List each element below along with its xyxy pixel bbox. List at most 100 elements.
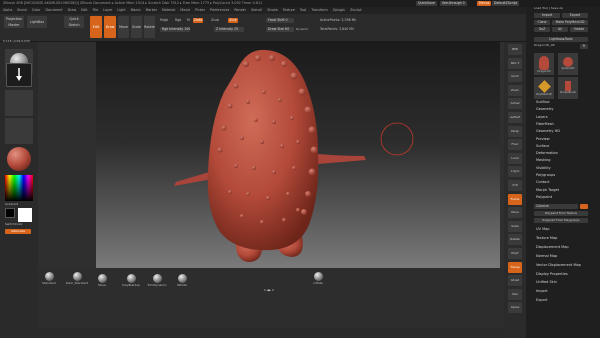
brush-trimdynamic-button[interactable]: TrimDynamic	[146, 274, 168, 287]
mrgb-toggle[interactable]: Mrgb	[160, 18, 168, 23]
tray-button-zoom[interactable]: Zoom	[508, 84, 522, 96]
menu-item-light[interactable]: Light	[117, 8, 125, 12]
section-vector-displacement-map[interactable]: Vector Displacement Map	[536, 263, 581, 267]
section-texture-map[interactable]: Texture Map	[536, 236, 557, 240]
rgb-intensity-slider[interactable]: Rgb Intensity 100	[160, 27, 190, 32]
section-displacement-map[interactable]: Displacement Map	[536, 245, 569, 249]
tray-button-actual[interactable]: Actual	[508, 98, 522, 110]
make-polymesh-button[interactable]: Make PolyMesh3D	[552, 20, 588, 25]
tray-button-spix-3[interactable]: SPix 3	[508, 57, 522, 69]
menu-item-alpha[interactable]: Alpha	[3, 8, 12, 12]
menu-item-color[interactable]: Color	[32, 8, 41, 12]
lightbox-button[interactable]: LightBox	[27, 16, 47, 28]
section-unified-skin[interactable]: Unified Skin	[536, 280, 557, 284]
menu-item-stencil[interactable]: Stencil	[251, 8, 262, 12]
tray-button-local[interactable]: Local	[508, 152, 522, 164]
section-layers[interactable]: Layers	[536, 115, 548, 119]
menu-item-layer[interactable]: Layer	[103, 8, 112, 12]
menu-item-brush[interactable]: Brush	[17, 8, 27, 12]
section-preview[interactable]: Preview	[536, 137, 550, 141]
menu-item-zplugin[interactable]: Zplugin	[333, 8, 345, 12]
tray-button-rotate[interactable]: Rotate	[508, 234, 522, 246]
color-picker[interactable]	[5, 175, 33, 201]
menu-item-material[interactable]: Material	[162, 8, 175, 12]
lightbox-tools-button[interactable]: Lightbox▸Tools	[534, 37, 588, 42]
default-zscript-button[interactable]: DefaultZScript	[492, 1, 520, 6]
zcut-toggle[interactable]: Zcut	[228, 18, 238, 23]
rotate-button[interactable]: Rotate	[144, 16, 155, 38]
zadd-toggle[interactable]: Zadd	[193, 18, 203, 23]
tray-button-solo[interactable]: Solo	[508, 288, 522, 300]
z-intensity-slider[interactable]: Z Intensity 25	[214, 27, 244, 32]
colorize-toggle[interactable]: Colorize	[534, 204, 578, 209]
polypaint-from-polygroups-button[interactable]: Polypaint From Polygroups	[534, 218, 588, 223]
alternate-button[interactable]: Alternate	[5, 229, 31, 234]
menu-item-file[interactable]: File	[93, 8, 99, 12]
all-button[interactable]: All	[552, 27, 568, 32]
menu-item-render[interactable]: Render	[234, 8, 246, 12]
tool-thumb-polymesh3d[interactable]: PolyMesh3D	[534, 77, 554, 99]
menu-item-marker[interactable]: Marker	[146, 8, 157, 12]
menu-item-tool[interactable]: Tool	[300, 8, 306, 12]
primary-color-swatch[interactable]	[18, 208, 32, 222]
brush-claybuildup-button[interactable]: ClayBuildup	[120, 274, 142, 287]
section-fibermesh[interactable]: FiberMesh	[536, 122, 554, 126]
section-export[interactable]: Export	[536, 298, 547, 302]
brush-inflate-button[interactable]: inflate	[310, 272, 326, 285]
scale-button[interactable]: Scale	[131, 16, 142, 38]
menus-button[interactable]: Menus	[477, 1, 492, 6]
brush-hpolish-button[interactable]: hPolish	[174, 274, 190, 287]
dynamic-toggle[interactable]: Dynamic	[296, 27, 308, 32]
tray-button-scroll[interactable]: Scroll	[508, 71, 522, 83]
section-polypaint[interactable]: Polypaint	[536, 195, 552, 199]
section-subtool[interactable]: SubTool	[536, 100, 549, 104]
tray-button-transp[interactable]: Transp	[508, 261, 522, 273]
tray-button-aahalf[interactable]: AAHalf	[508, 112, 522, 123]
tray-button-persp[interactable]: Persp	[508, 125, 522, 137]
brush-dam-standard-button[interactable]: Dam_Standard	[66, 272, 88, 285]
zsub-toggle[interactable]: Zsub	[211, 18, 219, 23]
section-uv-map[interactable]: UV Map	[536, 227, 549, 231]
draw-button[interactable]: Draw	[104, 16, 116, 38]
tool-thumb-sphere3d[interactable]: Sphere3D	[558, 53, 578, 75]
section-deformation[interactable]: Deformation	[536, 151, 558, 155]
edit-button[interactable]: Edit	[90, 16, 102, 38]
switchcolor-button[interactable]: SwitchColor	[5, 222, 23, 227]
tool-thumb-dragon3d[interactable]: Dragon3D	[534, 53, 554, 75]
section-contact[interactable]: Contact	[536, 180, 550, 184]
tray-button-floor[interactable]: Floor	[508, 139, 522, 151]
draw-size-slider[interactable]: Draw Size 64	[266, 27, 294, 32]
section-polygroups[interactable]: Polygroups	[536, 173, 555, 177]
move-button[interactable]: Move	[118, 16, 129, 38]
menu-item-movie[interactable]: Movie	[180, 8, 190, 12]
menu-item-texture[interactable]: Texture	[283, 8, 295, 12]
menu-item-transform[interactable]: Transform	[311, 8, 327, 12]
tray-button-l-sym[interactable]: L.Sym	[508, 166, 522, 178]
projection-master-button[interactable]: Projection Master	[4, 16, 24, 28]
section-import[interactable]: Import	[536, 289, 548, 293]
quick-sketch-button[interactable]: Quick Sketch	[64, 16, 84, 28]
menu-item-preferences[interactable]: Preferences	[210, 8, 229, 12]
section-display-properties[interactable]: Display Properties	[536, 272, 568, 276]
stroke-slot[interactable]	[6, 63, 32, 87]
menu-item-zscript[interactable]: Zscript	[350, 8, 361, 12]
seethrough-slider[interactable]: See-through 0	[440, 1, 467, 6]
menu-item-stroke[interactable]: Stroke	[267, 8, 278, 12]
polypaint-from-texture-button[interactable]: Polypaint From Texture	[534, 211, 588, 216]
section-surface[interactable]: Surface	[536, 144, 549, 148]
tray-button-xpose[interactable]: Xpose	[508, 302, 522, 314]
menu-item-edit[interactable]: Edit	[81, 8, 87, 12]
tray-button-xyz[interactable]: XYZ	[508, 180, 522, 191]
tray-button-move[interactable]: Move	[508, 207, 522, 219]
texture-slot[interactable]	[5, 118, 33, 144]
quicksave-button[interactable]: QuickSave	[416, 1, 437, 6]
brush-move-button[interactable]: Move	[94, 274, 110, 287]
section-morph-target[interactable]: Morph Target	[536, 188, 559, 192]
clone-button[interactable]: Clone	[534, 20, 550, 25]
section-visibility[interactable]: Visibility	[536, 166, 551, 170]
alpha-slot[interactable]	[5, 90, 33, 116]
material-slot[interactable]	[5, 146, 33, 172]
menu-item-draw[interactable]: Draw	[68, 8, 77, 12]
tray-button-ghost[interactable]: Ghost	[508, 275, 522, 287]
section-normal-map[interactable]: Normal Map	[536, 254, 557, 258]
